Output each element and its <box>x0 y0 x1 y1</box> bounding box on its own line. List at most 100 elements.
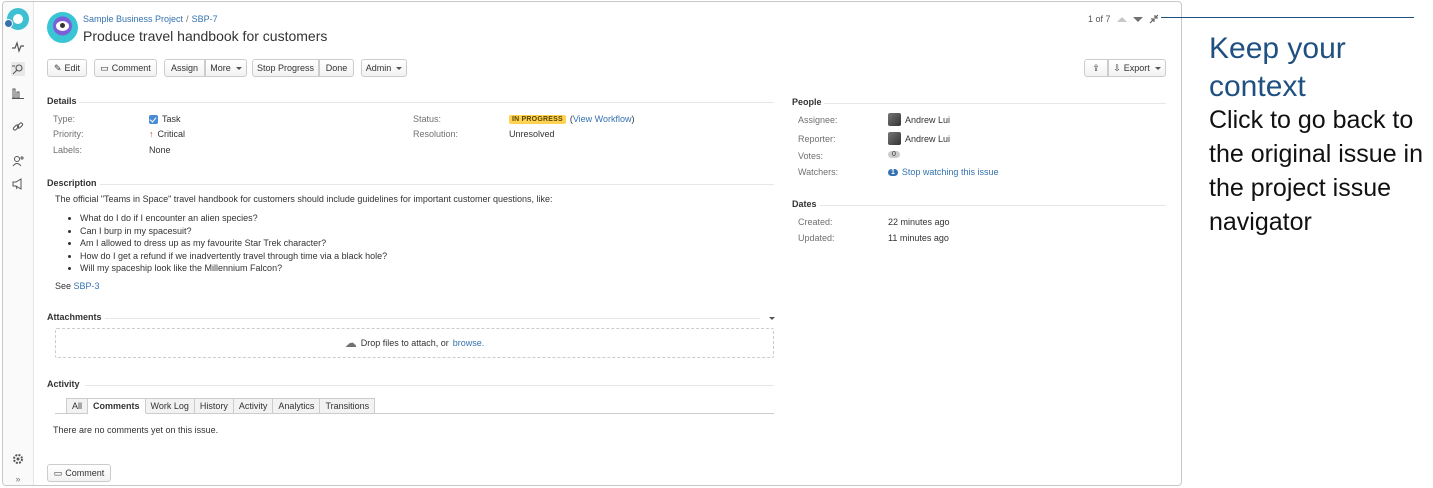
people-heading: People <box>792 97 822 107</box>
assignee-value[interactable]: Andrew Lui <box>888 113 950 126</box>
stop-progress-button[interactable]: Stop Progress <box>252 59 319 77</box>
settings-gear-icon[interactable] <box>11 452 25 466</box>
activity-heading: Activity <box>47 379 80 389</box>
assignee-label: Assignee: <box>798 115 838 125</box>
sbp-3-link[interactable]: SBP-3 <box>74 281 100 291</box>
list-item: How do I get a refund if we inadvertentl… <box>80 250 387 263</box>
status-value: IN PROGRESS (View Workflow) <box>509 114 635 124</box>
watchers-label: Watchers: <box>798 167 839 177</box>
priority-critical-arrow-icon: ↑ <box>149 129 154 139</box>
assignee-name: Andrew Lui <box>905 114 951 125</box>
dates-heading: Dates <box>792 199 817 209</box>
type-value-text: Task <box>162 114 181 124</box>
resolution-value: Unresolved <box>509 129 555 139</box>
created-value: 22 minutes ago <box>888 217 950 227</box>
dates-divider <box>820 205 1166 206</box>
see-prefix: See <box>55 281 72 291</box>
attachments-options-chevron-icon[interactable] <box>769 317 775 320</box>
done-button[interactable]: Done <box>319 59 354 77</box>
issues-search-icon[interactable] <box>11 62 25 76</box>
priority-value: ↑ Critical <box>149 129 185 139</box>
view-workflow-link[interactable]: View Workflow <box>573 114 632 124</box>
description-list: What do I do if I encounter an alien spe… <box>67 212 387 275</box>
activity-icon[interactable] <box>11 40 25 54</box>
attachment-dropzone[interactable]: ☁ Drop files to attach, or browse. <box>55 328 774 358</box>
description-heading: Description <box>47 178 97 188</box>
expand-sidebar-icon[interactable]: » <box>11 474 25 485</box>
list-item: Will my spaceship look like the Millenni… <box>80 262 387 275</box>
reports-icon[interactable] <box>11 86 25 100</box>
details-divider <box>79 102 774 103</box>
project-sidebar: » <box>3 2 34 485</box>
priority-value-text: Critical <box>157 129 186 139</box>
labels-value: None <box>149 145 171 155</box>
tab-comments[interactable]: Comments <box>88 398 146 414</box>
resolution-label: Resolution: <box>413 129 459 139</box>
created-label: Created: <box>798 217 833 227</box>
announcement-icon[interactable] <box>11 177 25 191</box>
share-button[interactable]: ⇪ <box>1084 59 1108 77</box>
updated-value: 11 minutes ago <box>888 233 949 243</box>
stop-watching-link[interactable]: Stop watching this issue <box>902 167 999 177</box>
assignee-avatar <box>888 113 901 126</box>
labels-label: Labels: <box>53 145 83 155</box>
tab-history[interactable]: History <box>194 398 234 414</box>
tab-transitions[interactable]: Transitions <box>320 398 376 414</box>
watchers-count-badge: 1 <box>888 168 898 176</box>
cloud-upload-icon: ☁ <box>344 336 357 350</box>
activity-tabs: All Comments Work Log History Activity A… <box>66 398 376 414</box>
status-badge: IN PROGRESS <box>509 114 566 124</box>
votes-value[interactable]: 0 <box>888 151 900 158</box>
export-dropdown-button[interactable]: ⇩ Export <box>1108 59 1166 77</box>
issue-title: Produce travel handbook for customers <box>83 28 328 44</box>
attachments-divider <box>105 318 760 319</box>
next-issue-icon[interactable] <box>1132 16 1143 22</box>
edit-button[interactable]: ✎ Edit <box>47 59 87 77</box>
votes-label: Votes: <box>798 151 824 161</box>
project-avatar[interactable] <box>47 12 78 43</box>
type-label: Type: <box>53 114 76 124</box>
votes-count-badge: 0 <box>888 151 900 158</box>
comment-button-label: Comment <box>111 63 151 73</box>
more-button-label: More <box>210 63 231 73</box>
details-heading: Details <box>47 96 77 106</box>
pencil-icon: ✎ <box>53 62 62 73</box>
browse-link[interactable]: browse. <box>453 338 485 348</box>
breadcrumb-project-link[interactable]: Sample Business Project <box>83 14 183 24</box>
priority-label: Priority: <box>53 129 84 139</box>
task-type-icon <box>149 114 158 124</box>
notification-dot-icon <box>4 19 13 28</box>
breadcrumb-separator: / <box>186 14 189 24</box>
more-dropdown-button[interactable]: More <box>205 59 247 77</box>
add-people-icon[interactable] <box>11 154 25 168</box>
activity-divider <box>85 385 774 386</box>
comment-bubble-icon: ▭ <box>100 62 109 73</box>
assign-button[interactable]: Assign <box>164 59 205 77</box>
tab-all[interactable]: All <box>66 398 89 414</box>
admin-dropdown-button[interactable]: Admin <box>361 59 407 77</box>
share-icon: ⇪ <box>1092 62 1100 73</box>
previous-issue-icon[interactable] <box>1116 16 1127 22</box>
list-item: What do I do if I encounter an alien spe… <box>80 212 387 225</box>
tab-work-log[interactable]: Work Log <box>145 398 195 414</box>
link-icon[interactable] <box>11 120 25 134</box>
tab-analytics[interactable]: Analytics <box>273 398 321 414</box>
description-divider <box>100 184 774 185</box>
issue-pager: 1 of 7 <box>1088 14 1143 24</box>
breadcrumb-issue-key-link[interactable]: SBP-7 <box>192 14 218 24</box>
add-comment-button[interactable]: ▭ Comment <box>47 464 111 482</box>
download-icon: ⇩ <box>1113 62 1121 73</box>
watchers-value: 1 Stop watching this issue <box>888 167 998 177</box>
reporter-value[interactable]: Andrew Lui <box>888 132 950 145</box>
return-to-search-icon[interactable] <box>1148 13 1160 25</box>
chevron-down-icon <box>1154 66 1161 70</box>
edit-button-label: Edit <box>64 63 81 73</box>
description-intro: The official "Teams in Space" travel han… <box>55 194 553 204</box>
attachments-heading: Attachments <box>47 312 102 322</box>
list-item: Am I allowed to dress up as my favourite… <box>80 237 387 250</box>
tab-activity[interactable]: Activity <box>233 398 274 414</box>
see-reference: See SBP-3 <box>55 281 100 291</box>
reporter-label: Reporter: <box>798 134 836 144</box>
admin-button-label: Admin <box>365 63 392 73</box>
comment-button[interactable]: ▭ Comment <box>94 59 157 77</box>
